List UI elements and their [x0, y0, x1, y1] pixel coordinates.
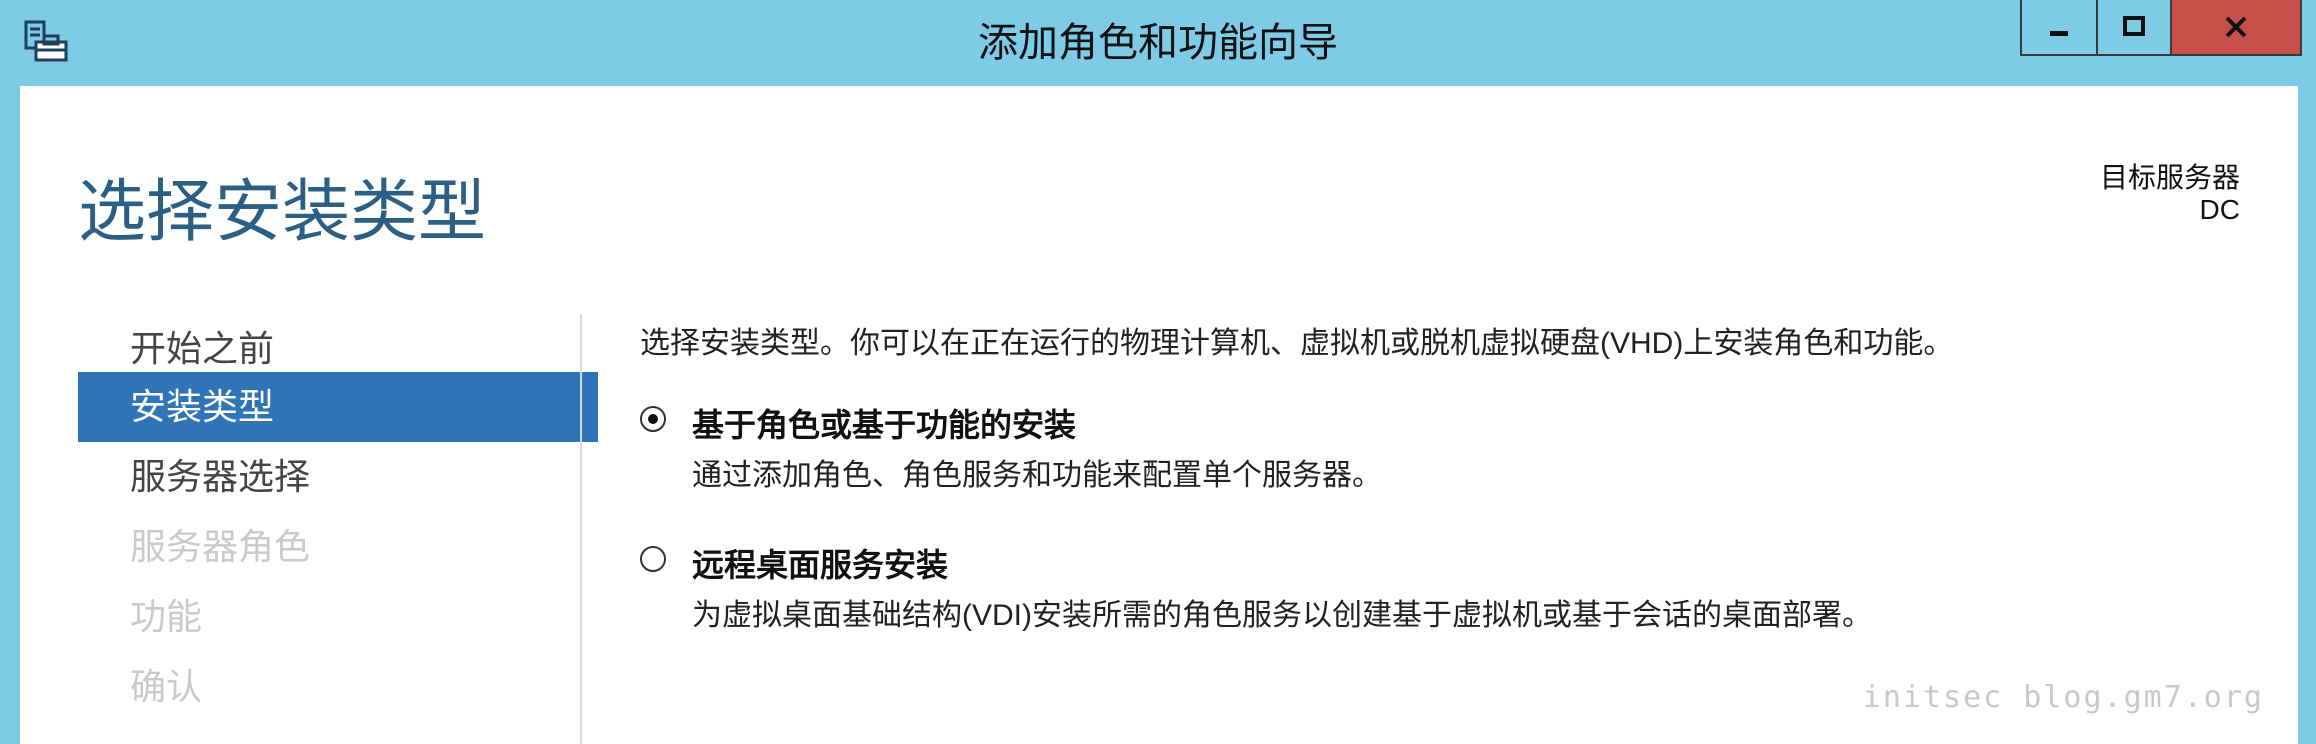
wizard-window: 添加角色和功能向导 选择安装类型 目标服务器 DC 开始之前 安装类型 服务器选… — [0, 0, 2316, 744]
minimize-button[interactable] — [2020, 0, 2098, 56]
close-button[interactable] — [2170, 0, 2302, 56]
nav-item-installation-type[interactable]: 安装类型 — [78, 372, 598, 442]
title-bar[interactable]: 添加角色和功能向导 — [0, 0, 2316, 86]
option-description: 为虚拟桌面基础结构(VDI)安装所需的角色服务以创建基于虚拟机或基于会话的桌面部… — [692, 599, 1872, 632]
nav-item-server-selection[interactable]: 服务器选择 — [78, 442, 598, 512]
page-title: 选择安装类型 — [78, 174, 487, 250]
option-role-based-install[interactable]: 基于角色或基于功能的安装 通过添加角色、角色服务和功能来配置单个服务器。 — [640, 400, 2140, 492]
intro-text: 选择安装类型。你可以在正在运行的物理计算机、虚拟机或脱机虚拟硬盘(VHD)上安装… — [640, 327, 1954, 360]
wizard-content: 选择安装类型 目标服务器 DC 开始之前 安装类型 服务器选择 服务器角色 功能… — [20, 86, 2298, 744]
window-title: 添加角色和功能向导 — [978, 21, 1338, 65]
option-description: 通过添加角色、角色服务和功能来配置单个服务器。 — [692, 459, 1382, 492]
nav-item-confirmation: 确认 — [130, 666, 203, 707]
nav-item-features: 功能 — [130, 596, 203, 637]
radio-remote-desktop-install[interactable] — [640, 546, 666, 572]
maximize-button[interactable] — [2096, 0, 2172, 56]
nav-divider — [580, 314, 582, 744]
maximize-icon — [2123, 16, 2145, 36]
minimize-icon — [2050, 31, 2068, 36]
option-label: 远程桌面服务安装 — [692, 547, 949, 583]
option-remote-desktop-install[interactable]: 远程桌面服务安装 为虚拟桌面基础结构(VDI)安装所需的角色服务以创建基于虚拟机… — [640, 540, 2140, 632]
target-server-label: 目标服务器 — [2099, 162, 2240, 193]
option-label: 基于角色或基于功能的安装 — [692, 407, 1077, 443]
radio-role-based-install[interactable] — [640, 406, 666, 432]
close-icon — [2225, 16, 2247, 38]
target-server-value: DC — [2199, 194, 2240, 225]
nav-item-server-roles: 服务器角色 — [130, 526, 311, 567]
watermark: initsec blog.gm7.org — [1862, 680, 2264, 715]
